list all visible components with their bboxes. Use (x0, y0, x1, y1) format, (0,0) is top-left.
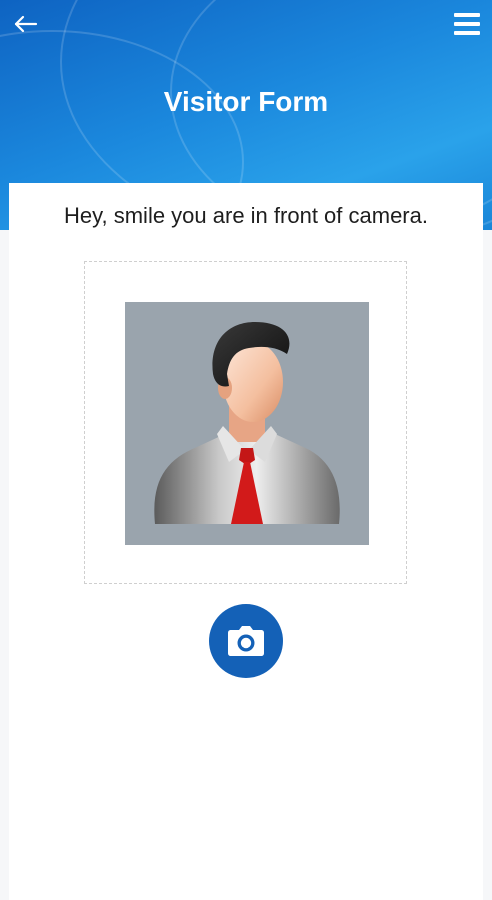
back-button[interactable] (8, 6, 44, 42)
avatar-icon (125, 302, 369, 545)
capture-photo-button[interactable] (209, 604, 283, 678)
visitor-form-card: Hey, smile you are in front of camera. (9, 183, 483, 900)
menu-button[interactable] (450, 8, 484, 40)
page-title: Visitor Form (163, 86, 329, 117)
arrow-left-icon (14, 15, 38, 33)
hamburger-menu-icon (454, 13, 480, 35)
camera-icon (228, 626, 264, 656)
visitor-photo-placeholder (125, 302, 369, 545)
camera-instruction: Hey, smile you are in front of camera. (64, 203, 428, 228)
photo-frame (84, 261, 407, 584)
